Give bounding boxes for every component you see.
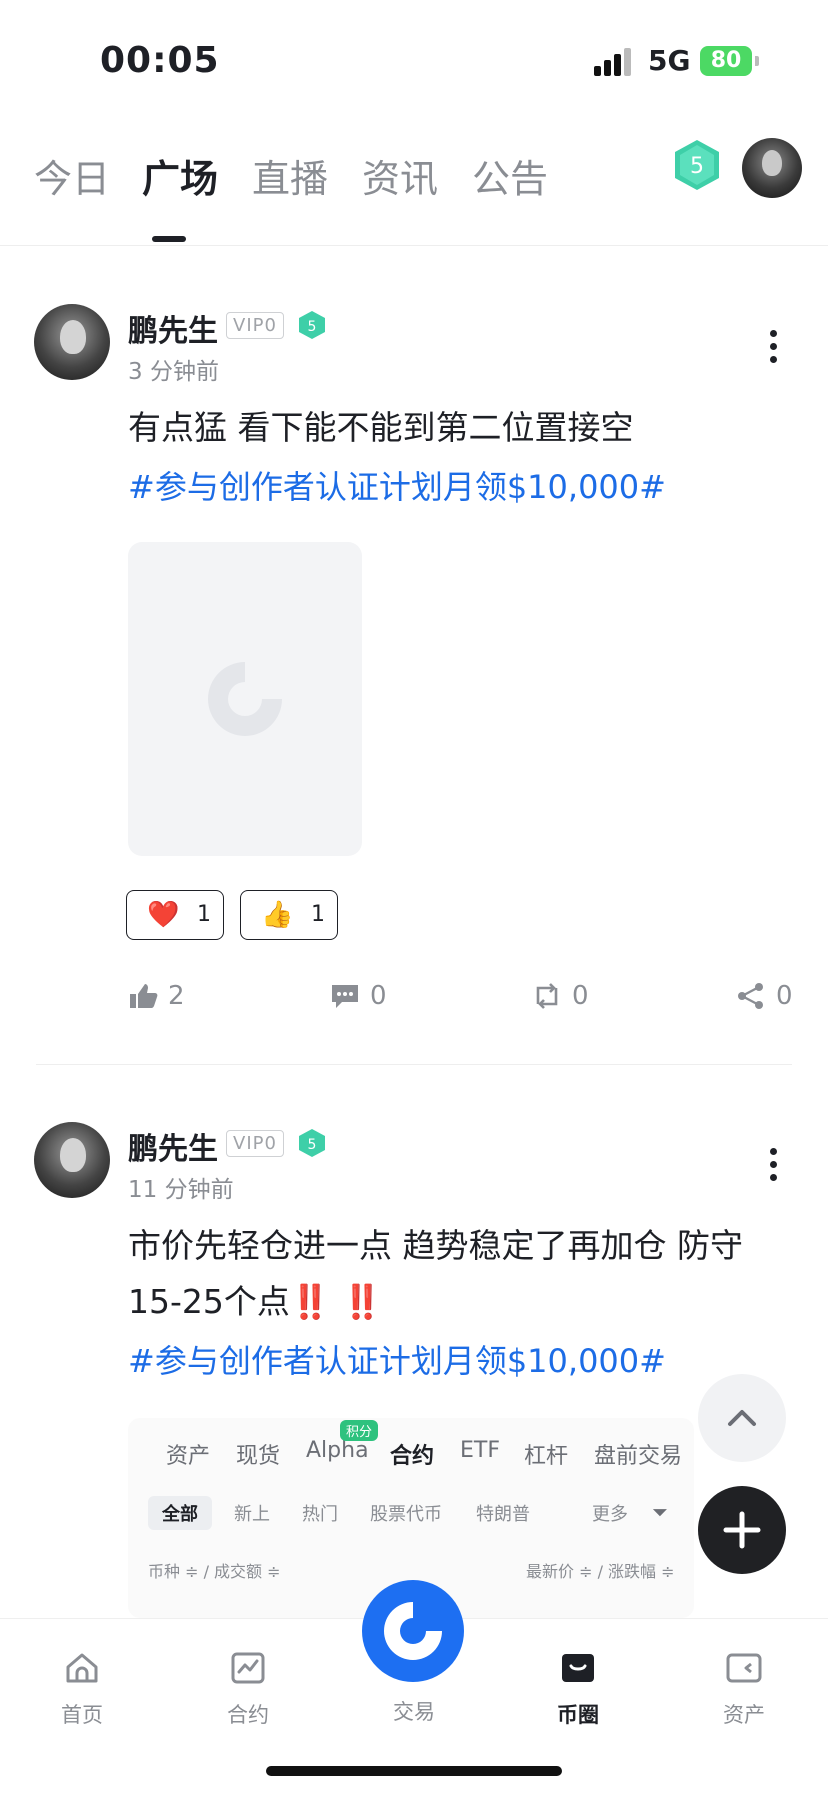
more-options-icon[interactable] bbox=[766, 330, 780, 369]
nav-assets[interactable]: 资产 bbox=[684, 1649, 804, 1729]
preview-tab: 杠杆 bbox=[524, 1444, 569, 1469]
author-name[interactable]: 鹏先生 bbox=[128, 1124, 218, 1168]
chart-icon bbox=[231, 1652, 265, 1684]
post-content: 市价先轻仓进一点 趋势稳定了再加仓 防守 15-25个点‼️ ‼️ bbox=[128, 1218, 788, 1330]
preview-tab: 合约 bbox=[390, 1444, 435, 1469]
active-tab-indicator bbox=[152, 236, 186, 242]
preview-header-right: 最新价 ≑ / 涨跌幅 ≑ bbox=[526, 1562, 675, 1581]
home-indicator bbox=[266, 1766, 562, 1776]
author-avatar[interactable] bbox=[34, 1122, 110, 1198]
post-time: 11 分钟前 bbox=[128, 1177, 234, 1203]
comment-icon bbox=[332, 985, 358, 1008]
preview-tab: 资产 bbox=[166, 1444, 211, 1469]
post-hashtag[interactable]: #参与创作者认证计划月领$10,000# bbox=[128, 1336, 666, 1382]
preview-chip: 特朗普 bbox=[476, 1504, 530, 1525]
svg-text:5: 5 bbox=[308, 1137, 317, 1153]
preview-badge: 积分 bbox=[340, 1420, 379, 1441]
preview-header-left: 币种 ≑ / 成交额 ≑ bbox=[148, 1562, 281, 1581]
tab-news[interactable]: 资讯 bbox=[362, 148, 438, 203]
post-hashtag[interactable]: #参与创作者认证计划月领$10,000# bbox=[128, 462, 666, 508]
preview-chip: 更多 bbox=[592, 1504, 628, 1525]
like-icon bbox=[130, 984, 158, 1008]
post-divider bbox=[36, 1064, 792, 1065]
tab-live[interactable]: 直播 bbox=[252, 148, 328, 203]
reaction-count: 1 bbox=[311, 902, 325, 927]
repost-icon bbox=[536, 983, 558, 1009]
post-content: 有点猛 看下能不能到第二位置接空 bbox=[128, 408, 634, 447]
nav-square[interactable]: 币圈 bbox=[518, 1649, 638, 1729]
level-badge-icon: 5 bbox=[298, 310, 326, 340]
square-icon bbox=[562, 1654, 594, 1682]
preview-tab: 现货 bbox=[236, 1444, 281, 1469]
post-content-line: 市价先轻仓进一点 趋势稳定了再加仓 防守 bbox=[128, 1226, 743, 1265]
preview-tab: Alpha bbox=[306, 1438, 369, 1463]
author-avatar[interactable] bbox=[34, 304, 110, 380]
vip-badge: VIP0 bbox=[226, 312, 284, 339]
signal-icon bbox=[594, 48, 634, 76]
create-post-button[interactable] bbox=[698, 1486, 786, 1574]
home-icon bbox=[66, 1653, 98, 1683]
scroll-to-top-button[interactable] bbox=[698, 1374, 786, 1462]
tab-square[interactable]: 广场 bbox=[142, 148, 218, 203]
heart-icon: ❤️ bbox=[147, 900, 180, 930]
chevron-up-icon bbox=[728, 1410, 756, 1426]
more-options-icon[interactable] bbox=[766, 1148, 780, 1187]
trade-button[interactable] bbox=[362, 1580, 464, 1682]
svg-text:5: 5 bbox=[690, 154, 704, 179]
status-bar: 00:05 5G 80 bbox=[0, 0, 828, 120]
tab-announcement[interactable]: 公告 bbox=[472, 148, 548, 203]
preview-tab: 盘前交易 bbox=[594, 1444, 683, 1469]
nav-futures[interactable]: 合约 bbox=[188, 1649, 308, 1729]
share-icon bbox=[738, 983, 763, 1009]
wallet-icon bbox=[726, 1653, 762, 1683]
preview-tab: ETF bbox=[460, 1438, 500, 1463]
tab-today[interactable]: 今日 bbox=[34, 148, 110, 203]
svg-text:5: 5 bbox=[308, 319, 317, 335]
preview-chip: 全部 bbox=[148, 1496, 212, 1530]
network-type: 5G bbox=[648, 44, 691, 77]
post-image[interactable] bbox=[128, 542, 362, 856]
post-content-line: 15-25个点‼️ ‼️ bbox=[128, 1282, 383, 1321]
trade-icon bbox=[384, 1602, 442, 1660]
loading-logo-icon bbox=[208, 662, 282, 736]
thumbs-up-icon: 👍 bbox=[261, 900, 294, 930]
level-badge-icon[interactable]: 5 bbox=[672, 138, 722, 192]
reaction-count: 1 bbox=[197, 902, 211, 927]
vip-badge: VIP0 bbox=[226, 1130, 284, 1157]
double-exclamation-icon: ‼️ ‼️ bbox=[289, 1282, 383, 1321]
top-tabs: 今日 广场 直播 资讯 公告 5 bbox=[0, 130, 828, 246]
reaction-heart[interactable]: ❤️ 1 bbox=[126, 890, 224, 940]
preview-chip: 新上 bbox=[234, 1504, 270, 1525]
battery-icon: 80 bbox=[700, 46, 759, 76]
level-badge-icon: 5 bbox=[298, 1128, 326, 1158]
preview-chip: 热门 bbox=[302, 1504, 338, 1525]
profile-avatar[interactable] bbox=[742, 138, 802, 198]
plus-icon bbox=[723, 1511, 761, 1549]
author-name[interactable]: 鹏先生 bbox=[128, 306, 218, 350]
reaction-thumbs-up[interactable]: 👍 1 bbox=[240, 890, 338, 940]
filter-icon: ⏷ bbox=[652, 1500, 668, 1524]
post-time: 3 分钟前 bbox=[128, 359, 219, 385]
post-actions: 2 0 0 0 bbox=[0, 976, 828, 1016]
nav-home[interactable]: 首页 bbox=[22, 1649, 142, 1729]
preview-chip: 股票代币 bbox=[370, 1504, 442, 1525]
nav-trade-label: 交易 bbox=[393, 1700, 435, 1724]
status-time: 00:05 bbox=[100, 40, 220, 81]
